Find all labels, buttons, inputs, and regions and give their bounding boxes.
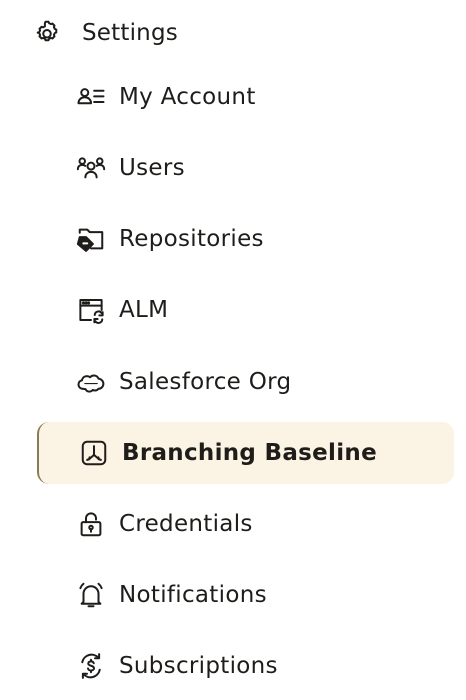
nav-item-notifications[interactable]: Notifications bbox=[76, 575, 267, 615]
dollar-refresh-icon bbox=[76, 651, 106, 681]
padlock-icon bbox=[76, 509, 106, 539]
nav-item-label: ALM bbox=[119, 297, 169, 323]
nav-item-label: Repositories bbox=[119, 226, 264, 252]
users-group-icon bbox=[76, 153, 106, 183]
nav-item-subscriptions[interactable]: Subscriptions bbox=[76, 646, 278, 686]
nav-item-label: Notifications bbox=[119, 582, 267, 608]
nav-item-alm[interactable]: ALM bbox=[76, 290, 168, 330]
nav-item-repositories[interactable]: Repositories bbox=[76, 219, 264, 259]
salesforce-cloud-icon bbox=[76, 367, 106, 397]
nav-item-credentials[interactable]: Credentials bbox=[76, 504, 253, 544]
nav-item-users[interactable]: Users bbox=[76, 148, 185, 188]
nav-item-label: Branching Baseline bbox=[122, 440, 377, 466]
nav-item-label: Credentials bbox=[119, 511, 253, 537]
settings-header[interactable]: Settings bbox=[32, 14, 178, 52]
nav-item-label: Salesforce Org bbox=[119, 369, 292, 395]
branching-baseline-icon bbox=[79, 438, 109, 468]
nav-item-branching-baseline[interactable]: Branching Baseline bbox=[37, 422, 454, 484]
nav-item-label: Users bbox=[119, 155, 185, 181]
nav-item-label: My Account bbox=[119, 84, 256, 110]
bell-icon bbox=[76, 580, 106, 610]
nav-item-label: Subscriptions bbox=[119, 653, 278, 679]
account-list-icon bbox=[76, 82, 106, 112]
nav-item-my-account[interactable]: My Account bbox=[76, 77, 256, 117]
settings-header-label: Settings bbox=[82, 20, 178, 46]
settings-sidebar: Settings My Account Users Repositories A… bbox=[0, 0, 466, 700]
gear-icon bbox=[32, 18, 62, 48]
repository-folder-icon bbox=[76, 224, 106, 254]
nav-item-salesforce-org[interactable]: Salesforce Org bbox=[76, 362, 291, 402]
alm-window-sync-icon bbox=[76, 295, 106, 325]
